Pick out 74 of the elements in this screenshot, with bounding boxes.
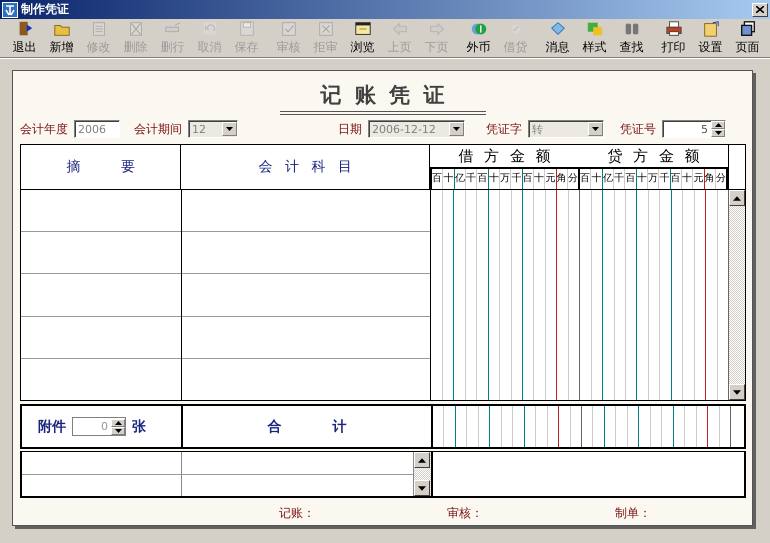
down-arrow-icon: [733, 390, 741, 394]
total-label: 合 计: [268, 418, 346, 436]
signature-label: 制单：: [615, 504, 651, 522]
up-arrow-icon: [114, 420, 122, 424]
toolbar-button[interactable]: 页面: [729, 20, 766, 56]
down-arrow-icon: [114, 428, 122, 432]
digit-unit-label: 千: [466, 169, 478, 189]
down-arrow-icon: [714, 131, 722, 135]
down-arrow-icon: [453, 127, 460, 131]
voucher-title: 记 账 凭 证: [280, 81, 486, 115]
number-spin-field[interactable]: 5: [662, 120, 726, 138]
toolbar-button[interactable]: 消息: [539, 20, 576, 56]
field-label: 凭证字: [486, 120, 522, 138]
digit-unit-label: 分: [716, 172, 726, 186]
up-arrow-icon: [714, 123, 722, 127]
scroll-down-button[interactable]: [729, 384, 745, 400]
scroll-up-button[interactable]: [414, 452, 430, 468]
field-label: 凭证号: [620, 120, 656, 138]
toolbar-button[interactable]: 新增: [43, 20, 80, 56]
toolbar-button[interactable]: 退出: [6, 20, 43, 56]
scroll-down-button[interactable]: [414, 480, 430, 496]
digit-unit-label: 千: [659, 169, 671, 189]
close-button[interactable]: [752, 2, 768, 16]
toolbar-button[interactable]: 浏览: [344, 20, 381, 56]
digit-unit-label: 分: [568, 172, 578, 186]
digit-unit-label: 十: [534, 169, 546, 189]
field-label: 会计期间: [134, 120, 182, 138]
digit-unit-label: 万: [500, 169, 512, 189]
digit-unit-label: 十: [443, 169, 455, 189]
digit-unit-label: 百: [477, 169, 489, 189]
window-icon: [352, 20, 372, 38]
column-header: 会 计 科 目: [181, 145, 430, 189]
digit-unit-label: 元: [545, 169, 557, 189]
digit-unit-label: 十: [488, 169, 500, 189]
column-header: 摘 要: [21, 145, 182, 189]
digit-unit-label: 十: [636, 169, 648, 189]
toolbar-button[interactable]: 设置: [692, 20, 729, 56]
attachments-label: 附件: [38, 418, 66, 436]
printer-icon: [664, 20, 684, 38]
close-icon: [756, 6, 764, 13]
field-label: 会计年度: [20, 120, 68, 138]
digit-unit-label: 十: [591, 169, 603, 189]
toolbar-button[interactable]: 查找: [613, 20, 650, 56]
app-logo-icon: [2, 2, 18, 18]
down-arrow-icon: [226, 127, 233, 131]
down-arrow-icon: [418, 486, 426, 490]
toolbar-button[interactable]: 样式: [576, 20, 613, 56]
digit-unit-label: 百: [625, 169, 637, 189]
up-arrow-icon: [733, 196, 741, 200]
digit-unit-label: 万: [648, 169, 660, 189]
digit-unit-label: 百: [580, 169, 592, 189]
digit-unit-label: 元: [693, 169, 705, 189]
digit-unit-label: 千: [511, 169, 523, 189]
up-arrow-icon: [418, 458, 426, 462]
digit-unit-label: 百: [432, 169, 444, 189]
attachments-unit: 张: [132, 418, 146, 436]
digit-unit-label: 十: [682, 169, 694, 189]
toolbar-button[interactable]: 打印: [655, 20, 692, 56]
field-label: 日期: [338, 120, 362, 138]
window-title: 制作凭证: [21, 1, 70, 18]
toolbar-button[interactable]: 外币: [460, 20, 497, 56]
attachments-spin-field[interactable]: 0: [72, 417, 126, 436]
signature-label: 记账：: [279, 504, 315, 522]
digit-unit-label: 千: [614, 169, 626, 189]
column-header: 借 方 金 额: [457, 146, 552, 167]
digit-unit-label: 亿: [602, 169, 614, 189]
signature-label: 审核：: [447, 504, 483, 522]
year-field[interactable]: 2006: [74, 120, 120, 138]
column-header: 贷 方 金 额: [606, 146, 701, 167]
scroll-up-button[interactable]: [729, 190, 745, 206]
digit-unit-label: 亿: [454, 169, 466, 189]
vertical-scrollbar[interactable]: [414, 452, 433, 496]
down-arrow-icon: [592, 127, 599, 131]
vertical-scrollbar[interactable]: [729, 190, 745, 400]
